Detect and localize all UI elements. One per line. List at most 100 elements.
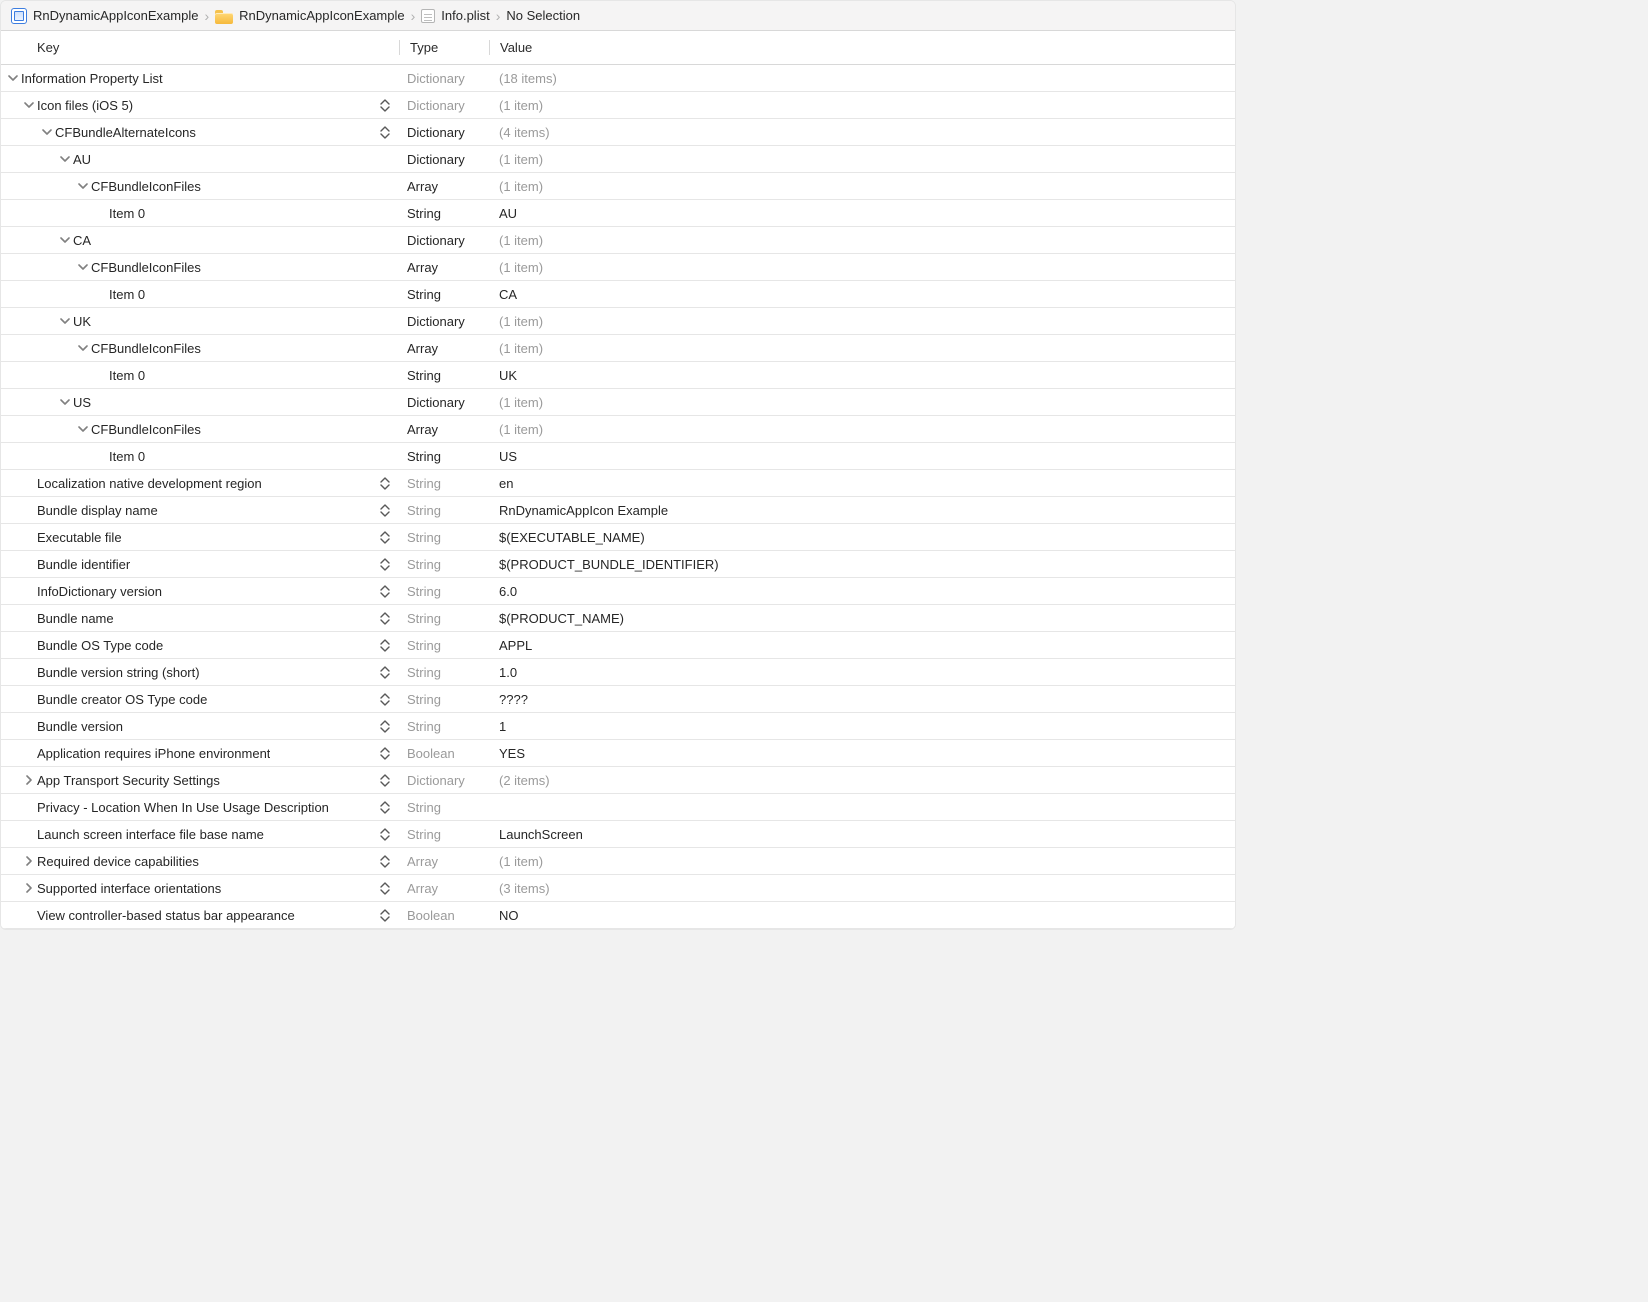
value-cell[interactable]: 1.0: [489, 659, 1235, 685]
value-cell[interactable]: [489, 794, 1235, 820]
table-row[interactable]: Localization native development regionSt…: [1, 470, 1235, 497]
value-cell[interactable]: en: [489, 470, 1235, 496]
breadcrumb-folder[interactable]: RnDynamicAppIconExample: [215, 8, 404, 24]
value-cell[interactable]: UK: [489, 362, 1235, 388]
table-row[interactable]: CFBundleIconFilesArray(1 item): [1, 173, 1235, 200]
key-cell[interactable]: Executable file: [1, 524, 399, 550]
key-cell[interactable]: Bundle name: [1, 605, 399, 631]
key-cell[interactable]: Bundle OS Type code: [1, 632, 399, 658]
value-cell[interactable]: CA: [489, 281, 1235, 307]
value-cell[interactable]: US: [489, 443, 1235, 469]
key-cell[interactable]: CFBundleIconFiles: [1, 416, 399, 442]
value-cell[interactable]: $(EXECUTABLE_NAME): [489, 524, 1235, 550]
column-header-value[interactable]: Value: [489, 40, 1235, 55]
table-row[interactable]: CFBundleIconFilesArray(1 item): [1, 416, 1235, 443]
key-cell[interactable]: Item 0: [1, 443, 399, 469]
type-cell[interactable]: String: [399, 524, 489, 550]
value-cell[interactable]: APPL: [489, 632, 1235, 658]
chevron-down-icon[interactable]: [59, 234, 71, 246]
value-cell[interactable]: $(PRODUCT_NAME): [489, 605, 1235, 631]
table-row[interactable]: Bundle creator OS Type codeString????: [1, 686, 1235, 713]
chevron-down-icon[interactable]: [77, 180, 89, 192]
key-cell[interactable]: Icon files (iOS 5): [1, 92, 399, 118]
type-cell[interactable]: Boolean: [399, 740, 489, 766]
key-stepper-icon[interactable]: [379, 826, 393, 842]
key-cell[interactable]: Privacy - Location When In Use Usage Des…: [1, 794, 399, 820]
chevron-down-icon[interactable]: [59, 396, 71, 408]
table-row[interactable]: Privacy - Location When In Use Usage Des…: [1, 794, 1235, 821]
key-stepper-icon[interactable]: [379, 772, 393, 788]
key-stepper-icon[interactable]: [379, 556, 393, 572]
table-row[interactable]: CADictionary(1 item): [1, 227, 1235, 254]
value-cell[interactable]: (2 items): [489, 767, 1235, 793]
type-cell[interactable]: String: [399, 362, 489, 388]
type-cell[interactable]: String: [399, 578, 489, 604]
table-row[interactable]: UKDictionary(1 item): [1, 308, 1235, 335]
key-stepper-icon[interactable]: [379, 583, 393, 599]
key-cell[interactable]: Required device capabilities: [1, 848, 399, 874]
value-cell[interactable]: (4 items): [489, 119, 1235, 145]
type-cell[interactable]: Array: [399, 173, 489, 199]
chevron-down-icon[interactable]: [23, 99, 35, 111]
key-cell[interactable]: Item 0: [1, 200, 399, 226]
table-row[interactable]: CFBundleAlternateIconsDictionary(4 items…: [1, 119, 1235, 146]
breadcrumb-project[interactable]: RnDynamicAppIconExample: [11, 8, 198, 24]
value-cell[interactable]: ????: [489, 686, 1235, 712]
type-cell[interactable]: String: [399, 821, 489, 847]
table-row[interactable]: Item 0StringCA: [1, 281, 1235, 308]
value-cell[interactable]: AU: [489, 200, 1235, 226]
type-cell[interactable]: Dictionary: [399, 119, 489, 145]
chevron-right-icon[interactable]: [23, 774, 35, 786]
value-cell[interactable]: (3 items): [489, 875, 1235, 901]
key-cell[interactable]: Bundle version: [1, 713, 399, 739]
type-cell[interactable]: String: [399, 200, 489, 226]
key-stepper-icon[interactable]: [379, 529, 393, 545]
key-cell[interactable]: Launch screen interface file base name: [1, 821, 399, 847]
key-cell[interactable]: Supported interface orientations: [1, 875, 399, 901]
key-cell[interactable]: Bundle identifier: [1, 551, 399, 577]
type-cell[interactable]: Array: [399, 335, 489, 361]
type-cell[interactable]: Array: [399, 875, 489, 901]
type-cell[interactable]: Dictionary: [399, 146, 489, 172]
key-stepper-icon[interactable]: [379, 610, 393, 626]
key-stepper-icon[interactable]: [379, 880, 393, 896]
table-row[interactable]: CFBundleIconFilesArray(1 item): [1, 335, 1235, 362]
key-cell[interactable]: Application requires iPhone environment: [1, 740, 399, 766]
breadcrumb-selection[interactable]: No Selection: [506, 8, 580, 23]
chevron-down-icon[interactable]: [59, 153, 71, 165]
column-header-type[interactable]: Type: [399, 40, 489, 55]
key-stepper-icon[interactable]: [379, 502, 393, 518]
type-cell[interactable]: Dictionary: [399, 389, 489, 415]
key-stepper-icon[interactable]: [379, 907, 393, 923]
key-cell[interactable]: Bundle creator OS Type code: [1, 686, 399, 712]
column-header-key[interactable]: Key: [1, 40, 399, 55]
value-cell[interactable]: (1 item): [489, 146, 1235, 172]
value-cell[interactable]: (1 item): [489, 227, 1235, 253]
key-cell[interactable]: Bundle version string (short): [1, 659, 399, 685]
key-stepper-icon[interactable]: [379, 745, 393, 761]
table-row[interactable]: Application requires iPhone environmentB…: [1, 740, 1235, 767]
value-cell[interactable]: NO: [489, 902, 1235, 928]
key-stepper-icon[interactable]: [379, 718, 393, 734]
table-row[interactable]: USDictionary(1 item): [1, 389, 1235, 416]
value-cell[interactable]: $(PRODUCT_BUNDLE_IDENTIFIER): [489, 551, 1235, 577]
breadcrumb-file[interactable]: Info.plist: [421, 8, 489, 23]
key-cell[interactable]: CFBundleAlternateIcons: [1, 119, 399, 145]
type-cell[interactable]: Array: [399, 416, 489, 442]
table-row[interactable]: View controller-based status bar appeara…: [1, 902, 1235, 929]
value-cell[interactable]: (1 item): [489, 308, 1235, 334]
type-cell[interactable]: String: [399, 713, 489, 739]
key-cell[interactable]: CFBundleIconFiles: [1, 254, 399, 280]
value-cell[interactable]: (1 item): [489, 173, 1235, 199]
chevron-down-icon[interactable]: [7, 72, 19, 84]
chevron-down-icon[interactable]: [77, 342, 89, 354]
chevron-down-icon[interactable]: [41, 126, 53, 138]
value-cell[interactable]: (1 item): [489, 335, 1235, 361]
type-cell[interactable]: String: [399, 470, 489, 496]
type-cell[interactable]: String: [399, 794, 489, 820]
table-row[interactable]: CFBundleIconFilesArray(1 item): [1, 254, 1235, 281]
key-cell[interactable]: Item 0: [1, 362, 399, 388]
type-cell[interactable]: String: [399, 551, 489, 577]
type-cell[interactable]: Boolean: [399, 902, 489, 928]
key-stepper-icon[interactable]: [379, 124, 393, 140]
